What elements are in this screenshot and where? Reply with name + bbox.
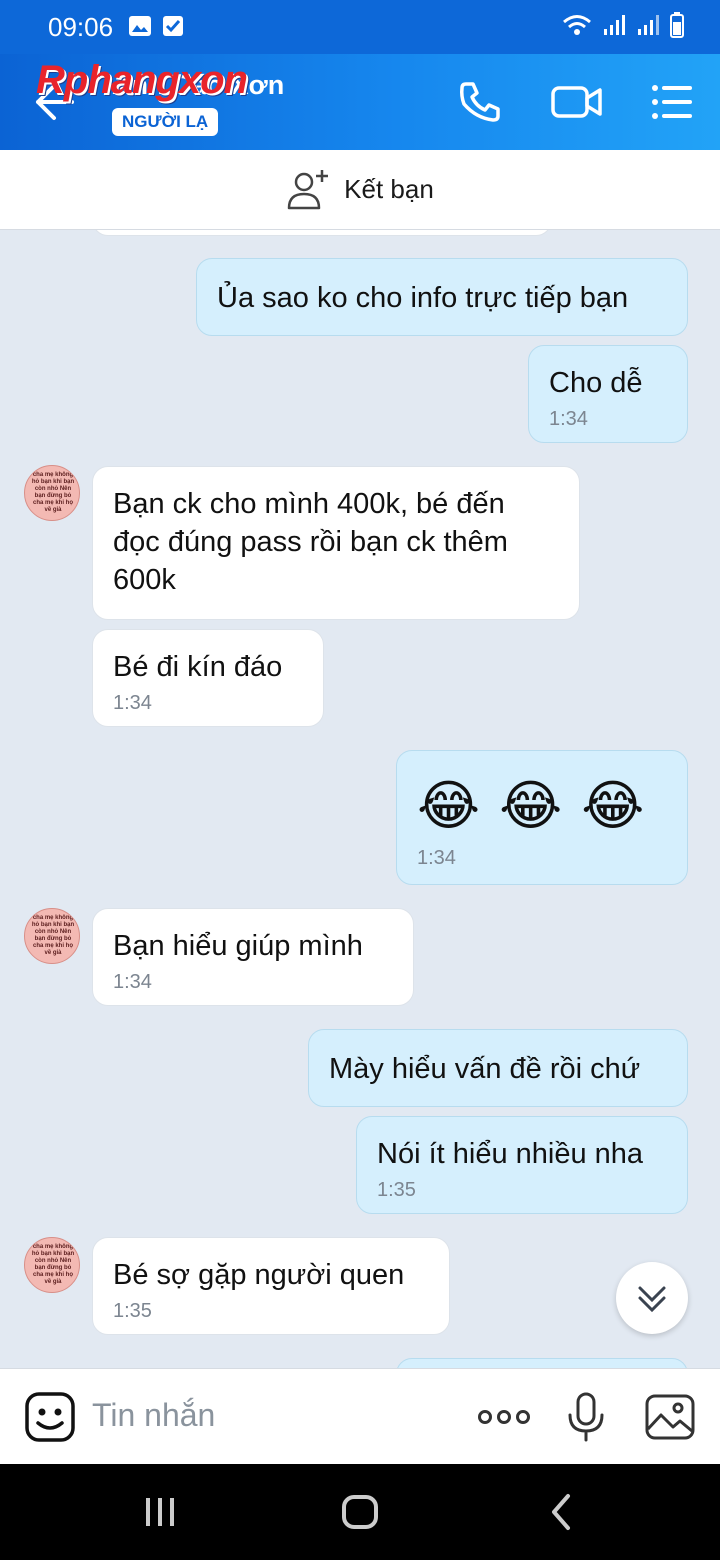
system-nav-bar bbox=[0, 1464, 720, 1560]
emoji-sticker-icon[interactable] bbox=[24, 1391, 76, 1443]
contact-avatar[interactable]: cha mẹ không hỏ bạn khi bạn còn nhỏ Nên … bbox=[24, 465, 80, 521]
message-time: 1:34 bbox=[113, 971, 152, 993]
message-bubble[interactable]: Cho dễ 1:34 bbox=[528, 345, 688, 443]
signal-icon bbox=[604, 15, 625, 35]
message-list[interactable]: Ủa sao ko cho info trực tiếp bạn Cho dễ … bbox=[0, 230, 720, 1368]
phone-call-icon[interactable] bbox=[456, 78, 504, 126]
wifi-icon bbox=[563, 15, 591, 35]
message-text: Cho dễ bbox=[549, 367, 643, 399]
chat-header: Anh Cao Xơn Rphangxon NGƯỜI LẠ bbox=[0, 54, 720, 150]
message-bubble[interactable]: Bé sợ gặp người quen 1:35 bbox=[92, 1237, 450, 1335]
message-bubble[interactable]: Mày hiểu vấn đề rồi chứ bbox=[308, 1029, 688, 1107]
double-chevron-down-icon bbox=[638, 1286, 666, 1313]
video-call-icon[interactable] bbox=[550, 78, 604, 126]
nav-back-icon[interactable] bbox=[542, 1492, 582, 1532]
image-gallery-icon[interactable] bbox=[644, 1391, 696, 1443]
gallery-icon bbox=[129, 16, 151, 36]
message-bubble[interactable]: Nói ít hiểu nhiều nha 1:35 bbox=[356, 1116, 688, 1214]
message-input[interactable]: Tin nhắn bbox=[92, 1397, 215, 1434]
message-bubble[interactable]: Bạn ck cho mình 400k, bé đến đọc đúng pa… bbox=[92, 466, 580, 620]
contact-avatar[interactable]: cha mẹ không hỏ bạn khi bạn còn nhỏ Nên … bbox=[24, 908, 80, 964]
message-text: Bé đi kín đáo bbox=[113, 651, 283, 683]
message-time: 1:35 bbox=[377, 1179, 416, 1201]
more-options-icon[interactable] bbox=[476, 1391, 532, 1443]
menu-list-icon[interactable] bbox=[648, 78, 696, 126]
message-text: Mày hiểu vấn đề rồi chứ bbox=[329, 1053, 641, 1085]
status-bar: 09:06 bbox=[0, 0, 720, 54]
message-bubble[interactable]: 😂 😂 😂 1:34 bbox=[396, 750, 688, 885]
message-bubble-partial bbox=[396, 1358, 688, 1368]
message-text: Nói ít hiểu nhiều nha bbox=[377, 1138, 644, 1170]
message-bubble[interactable]: Bé đi kín đáo 1:34 bbox=[92, 629, 324, 727]
avatar-text: cha mẹ không hỏ bạn khi bạn còn nhỏ Nên … bbox=[31, 472, 75, 513]
stranger-badge: NGƯỜI LẠ bbox=[112, 108, 219, 136]
avatar-text: cha mẹ không hỏ bạn khi bạn còn nhỏ Nên … bbox=[31, 915, 75, 956]
avatar-text: cha mẹ không hỏ bạn khi bạn còn nhỏ Nên … bbox=[31, 1244, 75, 1285]
message-time: 1:34 bbox=[113, 692, 152, 714]
message-bubble[interactable]: Ủa sao ko cho info trực tiếp bạn bbox=[196, 258, 688, 336]
add-friend-label: Kết bạn bbox=[344, 174, 434, 204]
watermark-logo: Rphangxon bbox=[36, 58, 248, 102]
status-icons bbox=[562, 12, 684, 38]
home-icon[interactable] bbox=[340, 1492, 380, 1532]
message-text: Bạn ck cho mình 400k, bé đến đọc đúng pa… bbox=[113, 488, 508, 596]
message-time: 1:34 bbox=[549, 408, 588, 430]
add-friend-bar[interactable]: Kết bạn bbox=[0, 150, 720, 230]
add-friend-icon bbox=[287, 169, 329, 209]
emoji-message: 😂 😂 😂 bbox=[417, 776, 647, 836]
battery-icon bbox=[670, 12, 684, 38]
message-text: Ủa sao ko cho info trực tiếp bạn bbox=[217, 282, 629, 314]
contact-avatar[interactable]: cha mẹ không hỏ bạn khi bạn còn nhỏ Nên … bbox=[24, 1237, 80, 1293]
message-text: Bạn hiểu giúp mình bbox=[113, 930, 363, 962]
microphone-icon[interactable] bbox=[560, 1391, 612, 1443]
message-bubble[interactable]: Bạn hiểu giúp mình 1:34 bbox=[92, 908, 414, 1006]
scroll-to-bottom-button[interactable] bbox=[616, 1262, 688, 1334]
recent-apps-icon[interactable] bbox=[140, 1492, 180, 1532]
checkbox-icon bbox=[163, 16, 183, 36]
message-time: 1:35 bbox=[113, 1300, 152, 1322]
message-bubble-partial bbox=[92, 230, 552, 236]
status-time: 09:06 bbox=[48, 12, 114, 42]
message-text: Bé sợ gặp người quen bbox=[113, 1259, 405, 1291]
signal-icon-2 bbox=[638, 15, 659, 35]
message-time: 1:34 bbox=[417, 847, 456, 869]
message-input-bar: Tin nhắn bbox=[0, 1368, 720, 1464]
